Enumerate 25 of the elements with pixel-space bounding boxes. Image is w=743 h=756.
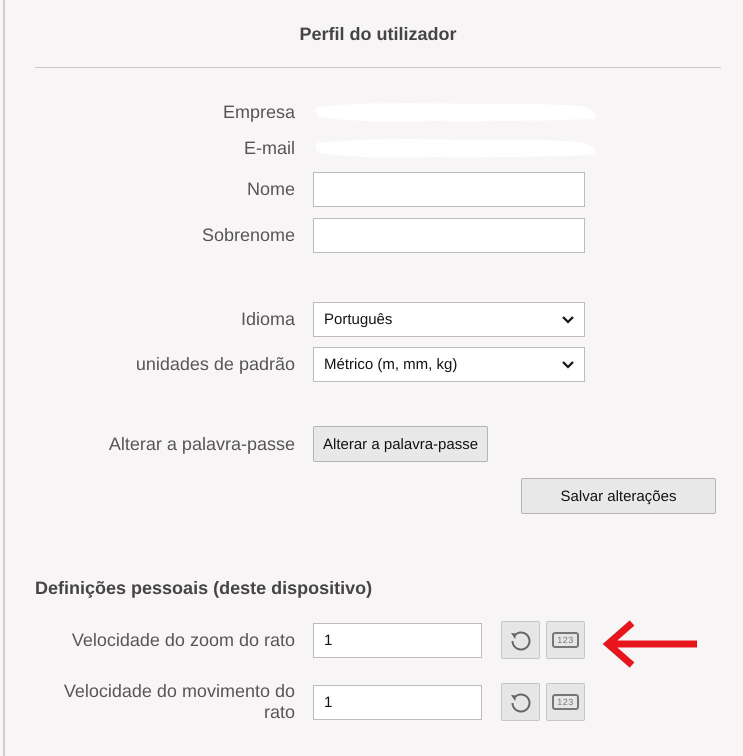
- change-password-button[interactable]: Alterar a palavra-passe: [313, 426, 488, 462]
- chevron-down-icon: [562, 360, 574, 368]
- field-label: Nome: [246, 178, 295, 200]
- dropdown[interactable]: Métrico (m, mm, kg): [313, 347, 585, 382]
- keypad-button[interactable]: 123: [546, 621, 585, 659]
- field-label: Empresa: [222, 102, 295, 122]
- dropdown[interactable]: Português: [313, 302, 585, 337]
- field-label: Velocidade do zoom do rato: [72, 630, 295, 650]
- reset-button[interactable]: [501, 683, 540, 721]
- field-label: E-mail: [244, 138, 295, 158]
- text-field[interactable]: 1: [313, 684, 482, 720]
- reset-button[interactable]: [501, 621, 540, 659]
- field-label: Velocidade do movimento do rato: [62, 681, 295, 723]
- field-label: Sobrenome: [202, 224, 295, 246]
- field-label: Alterar a palavra-passe: [108, 434, 295, 454]
- page-title: Perfil do utilizador: [299, 24, 456, 45]
- field-label: Idioma: [240, 309, 295, 330]
- text-field[interactable]: 1: [313, 622, 482, 658]
- text-field[interactable]: [313, 218, 585, 252]
- field-label: unidades de padrão: [136, 354, 295, 375]
- text-field[interactable]: [313, 172, 585, 206]
- chevron-down-icon: [562, 316, 574, 324]
- keypad-button[interactable]: 123: [546, 683, 585, 721]
- save-button[interactable]: Salvar alterações: [521, 478, 716, 514]
- section-heading: Definições pessoais (deste dispositivo): [35, 578, 372, 599]
